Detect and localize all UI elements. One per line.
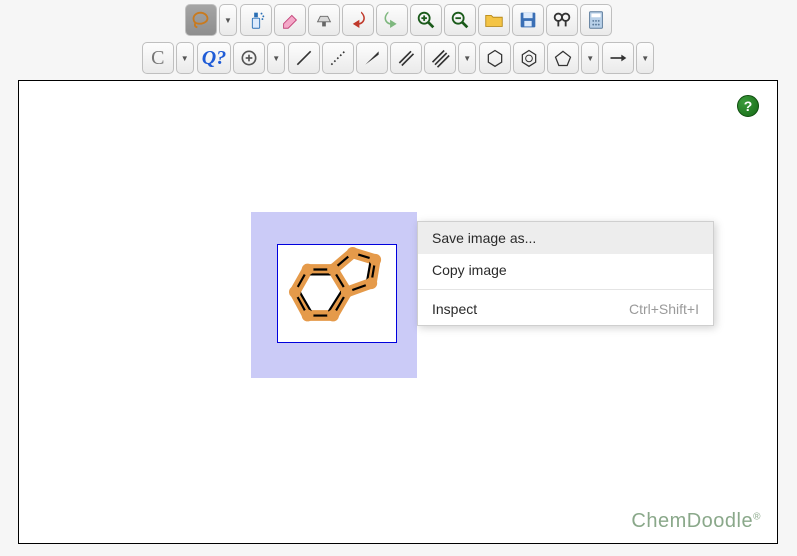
triple-bond-icon <box>430 48 450 68</box>
bond-dropdown[interactable]: ▼ <box>458 42 476 74</box>
menu-label: Copy image <box>432 262 507 278</box>
undo-button[interactable] <box>342 4 374 36</box>
menu-label: Save image as... <box>432 230 536 246</box>
open-icon <box>483 9 505 31</box>
carbon-label: C <box>151 47 164 70</box>
clean-tool-button[interactable] <box>308 4 340 36</box>
menu-item-save-image-as[interactable]: Save image as... <box>418 222 713 254</box>
wedge-bond-icon <box>362 48 382 68</box>
query-button[interactable]: Q? <box>197 42 231 74</box>
charge-plus-icon <box>239 48 259 68</box>
wedge-bond-button[interactable] <box>356 42 388 74</box>
spray-icon <box>245 9 267 31</box>
spray-tool-button[interactable] <box>240 4 272 36</box>
toolbar-row-1: ▼ <box>0 0 797 38</box>
element-dropdown[interactable]: ▼ <box>176 42 194 74</box>
clean-icon <box>313 9 335 31</box>
brand-watermark: ChemDoodle® <box>631 510 761 533</box>
open-button[interactable] <box>478 4 510 36</box>
benzene-button[interactable] <box>513 42 545 74</box>
single-bond-button[interactable] <box>288 42 320 74</box>
context-menu: Save image as... Copy image Inspect Ctrl… <box>417 221 714 326</box>
arrow-dropdown[interactable]: ▼ <box>636 42 654 74</box>
single-bond-icon <box>294 48 314 68</box>
double-bond-icon <box>396 48 416 68</box>
help-label: ? <box>744 98 753 114</box>
menu-item-copy-image[interactable]: Copy image <box>418 254 713 286</box>
benzene-icon <box>519 48 539 68</box>
query-label: Q? <box>202 47 226 70</box>
charge-dropdown[interactable]: ▼ <box>267 42 285 74</box>
dotted-bond-button[interactable] <box>322 42 354 74</box>
zoom-in-icon <box>415 9 437 31</box>
drawing-canvas[interactable]: ? <box>18 80 778 544</box>
calculator-button[interactable] <box>580 4 612 36</box>
dotted-bond-icon <box>328 48 348 68</box>
menu-label: Inspect <box>432 301 477 317</box>
brand-name: ChemDoodle <box>631 510 753 532</box>
brand-mark: ® <box>753 511 761 522</box>
eraser-tool-button[interactable] <box>274 4 306 36</box>
triple-bond-button[interactable] <box>424 42 456 74</box>
help-button[interactable]: ? <box>737 95 759 117</box>
double-bond-button[interactable] <box>390 42 422 74</box>
lasso-icon <box>190 9 212 31</box>
zoom-in-button[interactable] <box>410 4 442 36</box>
arrow-button[interactable] <box>602 42 634 74</box>
cyclohexane-button[interactable] <box>479 42 511 74</box>
menu-shortcut: Ctrl+Shift+I <box>629 301 699 317</box>
hexagon-icon <box>485 48 505 68</box>
redo-icon <box>381 9 403 31</box>
calculator-icon <box>585 9 607 31</box>
redo-button[interactable] <box>376 4 408 36</box>
molecule-thumbnail[interactable] <box>277 244 397 343</box>
carbon-element-button[interactable]: C <box>142 42 174 74</box>
menu-item-inspect[interactable]: Inspect Ctrl+Shift+I <box>418 293 713 325</box>
charge-plus-button[interactable] <box>233 42 265 74</box>
zoom-out-button[interactable] <box>444 4 476 36</box>
menu-separator <box>418 289 713 290</box>
eraser-icon <box>279 9 301 31</box>
undo-icon <box>347 9 369 31</box>
pentagon-icon <box>553 48 573 68</box>
pentagon-button[interactable] <box>547 42 579 74</box>
lasso-tool-button[interactable] <box>185 4 217 36</box>
arrow-icon <box>608 48 628 68</box>
zoom-out-icon <box>449 9 471 31</box>
search-icon <box>551 9 573 31</box>
save-button[interactable] <box>512 4 544 36</box>
search-button[interactable] <box>546 4 578 36</box>
save-icon <box>517 9 539 31</box>
indene-structure-icon <box>278 245 396 342</box>
lasso-dropdown[interactable]: ▼ <box>219 4 237 36</box>
ring-dropdown[interactable]: ▼ <box>581 42 599 74</box>
toolbar-row-2: C ▼ Q? ▼ ▼ ▼ ▼ <box>0 38 797 80</box>
